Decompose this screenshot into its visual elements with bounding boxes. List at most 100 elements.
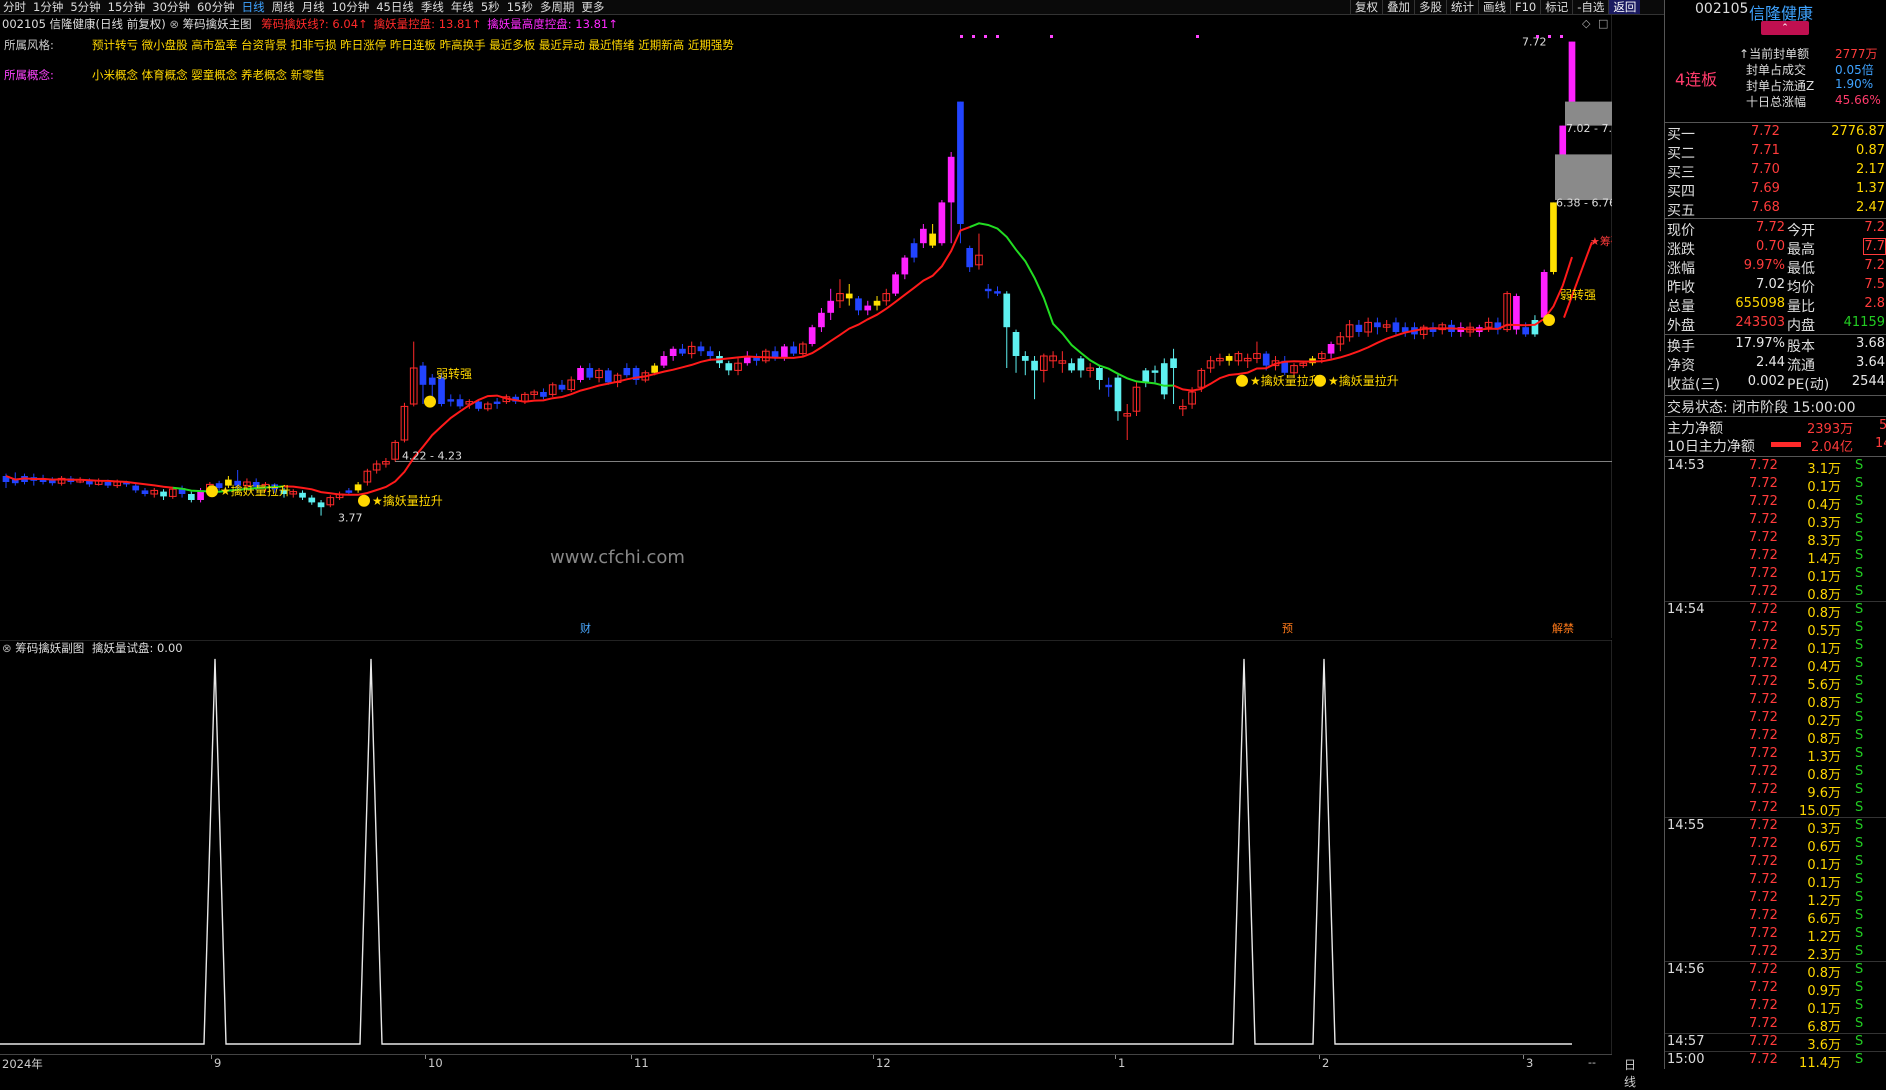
tick-price: 7.72: [1749, 584, 1778, 599]
timeframe-tab[interactable]: 30分钟: [149, 0, 193, 14]
candle-body: [660, 356, 668, 366]
quote-label: 涨跌: [1667, 242, 1695, 258]
toolbar-button[interactable]: 返回: [1608, 0, 1641, 14]
tick-volume: 0.3万: [1807, 516, 1841, 531]
high-price-label: 7.72: [1522, 36, 1547, 49]
tick-row: 7.72 5.6万 S: [1665, 674, 1886, 693]
tick-volume: 0.1万: [1807, 876, 1841, 891]
axis-scroll-icon[interactable]: --: [1588, 1056, 1596, 1069]
candle-body: [651, 365, 658, 373]
time-axis-label: 12: [876, 1056, 891, 1070]
candle-body: [855, 298, 862, 311]
timeframe-tab[interactable]: 月线: [299, 0, 328, 14]
toolbar-button[interactable]: 复权: [1350, 0, 1382, 14]
main-flow-value: 2393万: [1807, 422, 1854, 437]
collapse-toggle-icon[interactable]: ⌃: [1761, 21, 1809, 35]
quote-label: 今开: [1787, 223, 1815, 239]
seal-row: 封单占流通Z 1.90%: [1739, 77, 1886, 94]
buy-level-row[interactable]: 买二 7.71 0.87: [1667, 143, 1886, 162]
tick-side: S: [1855, 620, 1864, 635]
candle-body: [1522, 327, 1530, 335]
timeframe-tab[interactable]: 5分钟: [67, 0, 103, 14]
candle-body: [1160, 363, 1168, 395]
quote-value: 9.97%: [1743, 258, 1785, 273]
main-flow10-extra: 14: [1875, 436, 1886, 451]
stock-code: 002105: [1695, 1, 1749, 17]
tick-row: 7.72 1.2万 S: [1665, 926, 1886, 945]
candle-body: [456, 399, 464, 407]
candle-body: [1151, 370, 1159, 373]
main-flow-extra: 5: [1879, 418, 1886, 433]
sub-chart[interactable]: 650.0600.0550.0500.0450.0400.0350.0300.0…: [0, 640, 1612, 1060]
candle-body: [920, 228, 927, 244]
sub-settings-icon[interactable]: ⊗: [2, 641, 12, 655]
toolbar-button[interactable]: F10: [1510, 0, 1540, 14]
divider: [1665, 456, 1886, 457]
main-chart[interactable]: 7.607.407.207.006.806.606.406.206.005.80…: [0, 15, 1612, 638]
quote-row: 外盘 243503 内盘 41159: [1667, 315, 1886, 334]
quote-label: 最低: [1787, 261, 1815, 277]
candle-body: [697, 346, 705, 352]
main-flow-row: 主力净额 2393万 5: [1667, 418, 1886, 437]
buy-level-volume: 2.17: [1856, 162, 1885, 177]
tick-volume: 0.6万: [1807, 840, 1841, 855]
timeframe-tab[interactable]: 1分钟: [30, 0, 66, 14]
timeframe-tab[interactable]: 60分钟: [194, 0, 238, 14]
timeframe-tab[interactable]: 分时: [0, 0, 29, 14]
candle-body: [428, 377, 436, 385]
tick-volume: 0.9万: [1807, 984, 1841, 999]
buy-level-row[interactable]: 买三 7.70 2.17: [1667, 162, 1886, 181]
tick-row: 7.72 1.3万 S: [1665, 746, 1886, 765]
timeframe-tab[interactable]: 15分钟: [105, 0, 149, 14]
candle-body: [586, 368, 594, 378]
tick-side: S: [1855, 530, 1864, 545]
quote-label: 涨幅: [1667, 261, 1695, 277]
candle-body: [725, 363, 733, 371]
tick-row: 7.72 0.1万 S: [1665, 566, 1886, 585]
period-label[interactable]: 日线: [1624, 1056, 1636, 1090]
diamond-icon[interactable]: ◇: [1582, 17, 1591, 30]
toolbar-button[interactable]: 多股: [1414, 0, 1446, 14]
toolbar-button[interactable]: 统计: [1446, 0, 1478, 14]
toolbar-button[interactable]: 画线: [1478, 0, 1510, 14]
tick-row: 7.72 0.1万 S: [1665, 638, 1886, 657]
buy-level-row[interactable]: 买一 7.72 2776.87: [1667, 124, 1886, 143]
timeframe-tab[interactable]: 年线: [448, 0, 477, 14]
timeframe-tab[interactable]: 15秒: [504, 0, 536, 14]
event-marker[interactable]: 预: [1282, 622, 1293, 635]
candle-body: [1327, 344, 1335, 354]
quote-panel: 002105 信隆健康 ⌃ 4连板 ↑当前封单额 2777万 封单占成交 0.05倍封…: [1664, 0, 1886, 1071]
maximize-icon[interactable]: □: [1598, 17, 1608, 30]
event-marker[interactable]: 财: [580, 621, 591, 635]
moving-average-line: [1173, 256, 1573, 392]
timeframe-tab[interactable]: 多周期: [537, 0, 578, 14]
sub-indicator-name[interactable]: 筹码擒妖副图: [15, 641, 84, 655]
toolbar-button[interactable]: 标记: [1540, 0, 1572, 14]
timeframe-tab[interactable]: 日线: [239, 0, 268, 14]
quote-value: 7.2: [1864, 258, 1885, 273]
tick-side: S: [1855, 926, 1864, 941]
stats-label: 股本: [1787, 339, 1815, 355]
indicator-settings-icon[interactable]: ⊗: [169, 17, 179, 31]
timeframe-tab[interactable]: 10分钟: [329, 0, 373, 14]
toolbar-button[interactable]: -自选: [1572, 0, 1608, 14]
toolbar-button[interactable]: 叠加: [1382, 0, 1414, 14]
timeframe-tab[interactable]: 5秒: [478, 0, 503, 14]
tick-row: 14:56 7.72 0.8万 S: [1665, 962, 1886, 981]
event-marker[interactable]: 解禁: [1552, 621, 1574, 635]
tick-side: S: [1855, 692, 1864, 707]
timeframe-tab[interactable]: 周线: [269, 0, 298, 14]
candle-body: [604, 370, 612, 383]
indicator-name[interactable]: 筹码擒妖主图: [183, 17, 252, 31]
seal-value: 1.90%: [1835, 77, 1874, 91]
candle-body: [104, 482, 112, 486]
candle-body: [1031, 360, 1038, 371]
buy-level-row[interactable]: 买五 7.68 2.47: [1667, 200, 1886, 219]
tick-volume: 0.8万: [1807, 732, 1841, 747]
timeframe-tab[interactable]: 45日线: [373, 0, 417, 14]
flow-bar: [1771, 442, 1801, 447]
timeframe-tab[interactable]: 季线: [418, 0, 447, 14]
moving-average-line: [283, 226, 971, 496]
timeframe-tab[interactable]: 更多: [578, 0, 607, 14]
buy-level-row[interactable]: 买四 7.69 1.37: [1667, 181, 1886, 200]
